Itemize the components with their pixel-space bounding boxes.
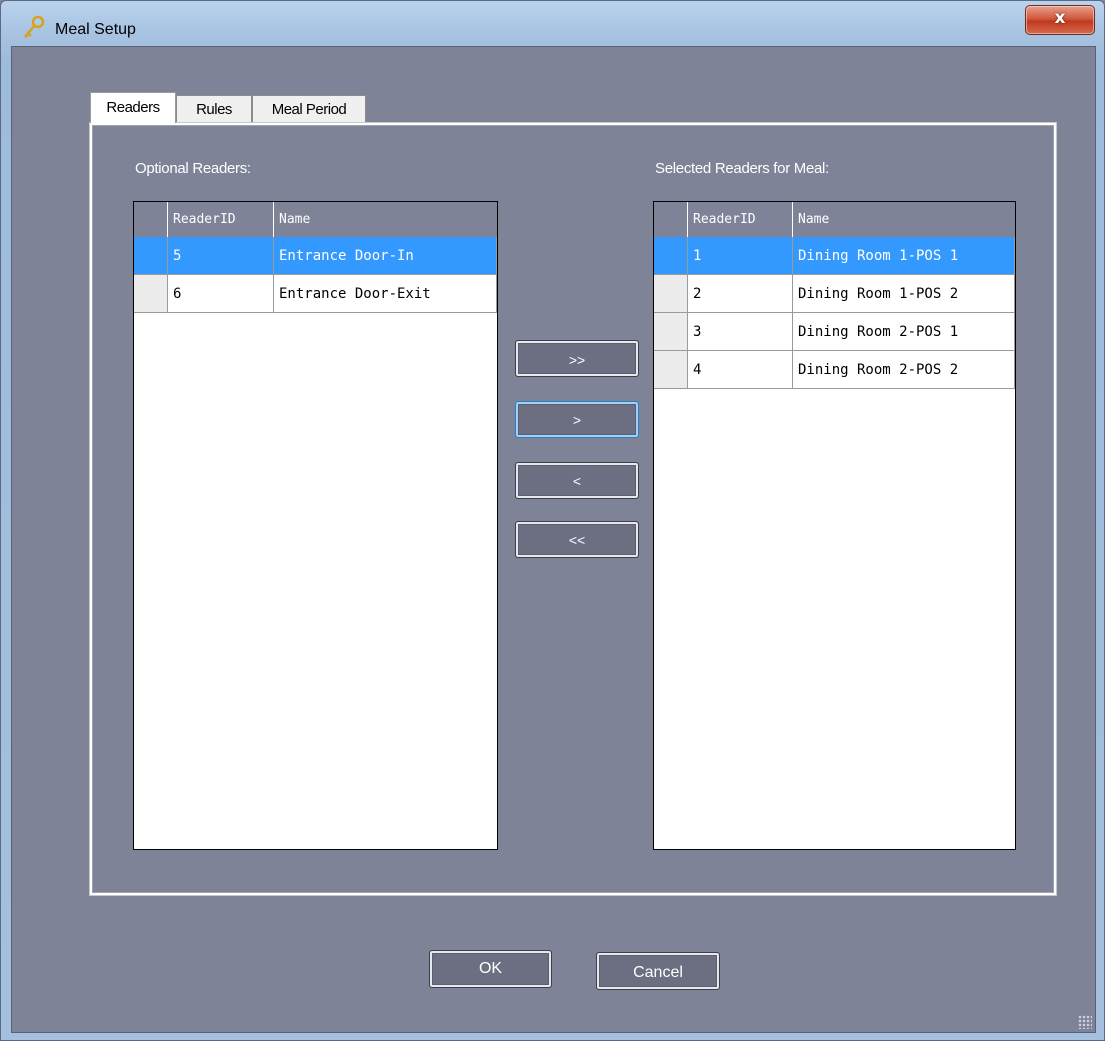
reader-name-cell[interactable]: Entrance Door-In: [274, 237, 497, 275]
grid-header: ReaderID Name: [134, 202, 497, 237]
remove-one-button[interactable]: <: [515, 462, 639, 499]
reader-name-cell[interactable]: Dining Room 2-POS 2: [793, 351, 1015, 389]
cancel-button[interactable]: Cancel: [596, 952, 720, 990]
optional-readers-grid[interactable]: ReaderID Name 5 Entrance Door-In 6 Entra…: [133, 201, 498, 850]
table-row[interactable]: 1 Dining Room 1-POS 1: [654, 237, 1015, 275]
row-header[interactable]: [654, 237, 688, 275]
row-header-corner: [654, 202, 688, 237]
dialog-client-area: Readers Rules Meal Period Optional Reade…: [11, 46, 1096, 1033]
reader-name-cell[interactable]: Dining Room 1-POS 1: [793, 237, 1015, 275]
reader-id-cell[interactable]: 4: [688, 351, 793, 389]
row-header[interactable]: [134, 237, 168, 275]
reader-name-cell[interactable]: Dining Room 2-POS 1: [793, 313, 1015, 351]
tab-readers[interactable]: Readers: [90, 92, 176, 123]
column-header-name[interactable]: Name: [274, 202, 496, 237]
table-row[interactable]: 5 Entrance Door-In: [134, 237, 497, 275]
reader-id-cell[interactable]: 3: [688, 313, 793, 351]
reader-name-cell[interactable]: Entrance Door-Exit: [274, 275, 497, 313]
row-header[interactable]: [654, 351, 688, 389]
row-header[interactable]: [654, 275, 688, 313]
selected-readers-label: Selected Readers for Meal:: [655, 160, 829, 177]
reader-id-cell[interactable]: 6: [168, 275, 274, 313]
reader-id-cell[interactable]: 2: [688, 275, 793, 313]
table-row[interactable]: 3 Dining Room 2-POS 1: [654, 313, 1015, 351]
add-one-button[interactable]: >: [515, 401, 639, 438]
ok-button[interactable]: OK: [429, 950, 552, 988]
grid-header: ReaderID Name: [654, 202, 1015, 237]
column-header-readerid[interactable]: ReaderID: [168, 202, 274, 237]
resize-grip[interactable]: [1078, 1015, 1092, 1029]
keys-icon: [24, 15, 45, 38]
remove-all-button[interactable]: <<: [515, 521, 639, 558]
selected-readers-grid[interactable]: ReaderID Name 1 Dining Room 1-POS 1 2 Di…: [653, 201, 1016, 850]
reader-id-cell[interactable]: 1: [688, 237, 793, 275]
reader-name-cell[interactable]: Dining Room 1-POS 2: [793, 275, 1015, 313]
close-icon: x: [1054, 8, 1066, 28]
column-header-name[interactable]: Name: [793, 202, 1015, 237]
close-button[interactable]: x: [1025, 5, 1095, 35]
tab-rules[interactable]: Rules: [176, 95, 252, 122]
column-header-readerid[interactable]: ReaderID: [688, 202, 793, 237]
meal-setup-window: Meal Setup x Readers Rules Meal Period O…: [0, 0, 1105, 1041]
row-header[interactable]: [134, 275, 168, 313]
optional-readers-label: Optional Readers:: [135, 160, 251, 177]
tab-meal-period[interactable]: Meal Period: [252, 95, 366, 122]
reader-id-cell[interactable]: 5: [168, 237, 274, 275]
readers-tab-panel: Optional Readers: Selected Readers for M…: [89, 122, 1057, 896]
add-all-button[interactable]: >>: [515, 340, 639, 377]
window-title: Meal Setup: [55, 21, 136, 38]
row-header-corner: [134, 202, 168, 237]
row-header[interactable]: [654, 313, 688, 351]
table-row[interactable]: 2 Dining Room 1-POS 2: [654, 275, 1015, 313]
table-row[interactable]: 6 Entrance Door-Exit: [134, 275, 497, 313]
table-row[interactable]: 4 Dining Room 2-POS 2: [654, 351, 1015, 389]
